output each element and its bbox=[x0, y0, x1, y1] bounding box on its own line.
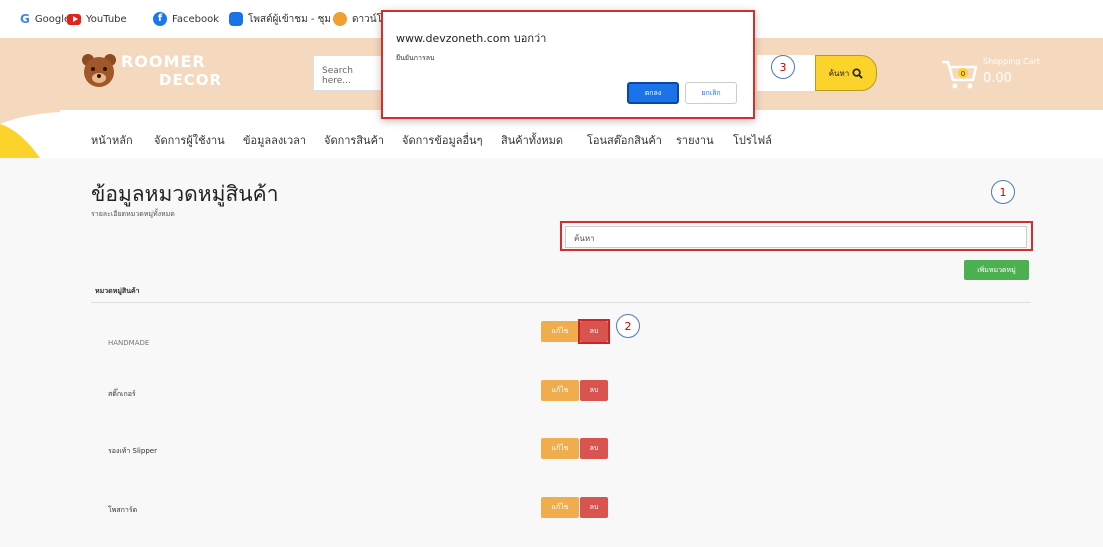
annotation-marker-1: 1 bbox=[991, 180, 1015, 204]
nav-products[interactable]: จัดการสินค้า bbox=[324, 131, 384, 149]
nav-home[interactable]: หน้าหลัก bbox=[91, 131, 133, 149]
search-button-label: ค้นหา bbox=[828, 68, 850, 78]
logo-text-roomer: ROOMER bbox=[121, 52, 206, 71]
highlight-box-delete bbox=[578, 319, 610, 344]
google-icon: G bbox=[20, 12, 30, 26]
facebook-icon: f bbox=[153, 12, 167, 26]
delete-button[interactable]: ลบ bbox=[580, 380, 608, 401]
nav-profile[interactable]: โปรไฟล์ bbox=[733, 131, 772, 149]
bookmark-download[interactable]: ดาวน์โ bbox=[333, 11, 382, 27]
cart-total: 0.00 bbox=[983, 71, 1012, 86]
youtube-icon bbox=[67, 13, 81, 25]
bookmark-label: โพสต์ผู้เข้าชม - ชุม bbox=[248, 13, 332, 25]
page-title: ข้อมูลหมวดหมู่สินค้า bbox=[91, 182, 279, 206]
download-icon bbox=[333, 12, 347, 26]
cart-label: Shopping Cart bbox=[983, 57, 1041, 66]
annotation-marker-3: 3 bbox=[771, 55, 795, 79]
bookmark-post[interactable]: โพสต์ผู้เข้าชม - ชุม bbox=[229, 11, 331, 27]
bookmark-google[interactable]: G Google bbox=[20, 11, 70, 27]
bookmark-label: YouTube bbox=[86, 13, 127, 25]
edit-button[interactable]: แก้ไข bbox=[541, 380, 579, 401]
bookmark-label: ดาวน์โ bbox=[352, 13, 382, 25]
nav-stock-transfer[interactable]: โอนสต๊อกสินค้า bbox=[587, 131, 662, 149]
bear-logo-icon[interactable] bbox=[80, 50, 118, 92]
nav-users[interactable]: จัดการผู้ใช้งาน bbox=[154, 131, 225, 149]
dialog-message: ยืนยันการลบ bbox=[396, 54, 435, 62]
nav-all-products[interactable]: สินค้าทั้งหมด bbox=[501, 131, 563, 149]
search-icon bbox=[852, 67, 864, 79]
page-subtitle: รายละเอียดหมวดหมู่ทั้งหมด bbox=[91, 210, 175, 218]
bookmark-label: Google bbox=[34, 13, 71, 25]
search-input[interactable]: Search here... bbox=[313, 55, 385, 91]
dialog-cancel-button[interactable]: ยกเลิก bbox=[685, 82, 737, 104]
category-name: สติ๊กเกอร์ bbox=[108, 390, 136, 398]
add-category-button[interactable]: เพิ่มหมวดหมู่ bbox=[964, 260, 1029, 280]
edit-button[interactable]: แก้ไข bbox=[541, 321, 579, 342]
column-header-category: หมวดหมู่สินค้า bbox=[95, 287, 140, 295]
search-button[interactable]: ค้นหา bbox=[815, 55, 877, 91]
delete-button[interactable]: ลบ bbox=[580, 438, 608, 459]
nav-decor bbox=[0, 110, 60, 158]
bookmark-label: Facebook bbox=[172, 13, 219, 25]
category-name: HANDMADE bbox=[108, 339, 150, 347]
divider bbox=[91, 302, 1031, 303]
cart-count: 0 bbox=[961, 70, 965, 78]
edit-button[interactable]: แก้ไข bbox=[541, 497, 579, 518]
category-name: รองเท้า Slipper bbox=[108, 447, 157, 455]
dialog-site-text: www.devzoneth.com บอกว่า bbox=[396, 32, 547, 45]
dialog-ok-button[interactable]: ตกลง bbox=[627, 82, 679, 104]
highlight-box-search bbox=[560, 221, 1033, 251]
logo-text-decor: DECOR bbox=[159, 71, 223, 89]
nav-timesheet[interactable]: ข้อมูลลงเวลา bbox=[243, 131, 306, 149]
bookmark-youtube[interactable]: YouTube bbox=[67, 11, 127, 27]
edit-button[interactable]: แก้ไข bbox=[541, 438, 579, 459]
chat-icon bbox=[229, 12, 243, 26]
category-name: โพสการ์ด bbox=[108, 506, 138, 514]
delete-button[interactable]: ลบ bbox=[580, 497, 608, 518]
shopping-cart-icon[interactable]: 0 bbox=[940, 54, 980, 92]
nav-other-data[interactable]: จัดการข้อมูลอื่นๆ bbox=[402, 131, 483, 149]
bookmark-facebook[interactable]: f Facebook bbox=[153, 11, 219, 27]
annotation-marker-2: 2 bbox=[616, 314, 640, 338]
nav-report[interactable]: รายงาน bbox=[676, 131, 714, 149]
